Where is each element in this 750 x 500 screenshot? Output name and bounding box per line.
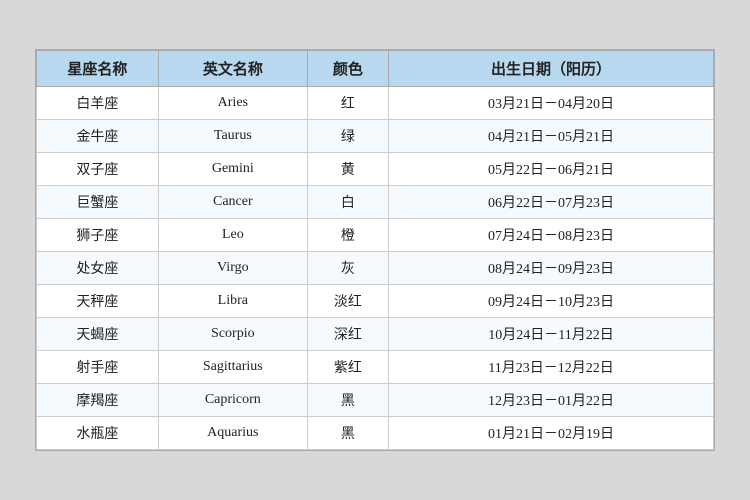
cell-zh: 处女座 <box>37 252 159 285</box>
table-row: 射手座Sagittarius紫红11月23日－12月22日 <box>37 351 714 384</box>
cell-color: 红 <box>307 87 388 120</box>
cell-en: Aries <box>158 87 307 120</box>
table-row: 白羊座Aries红03月21日－04月20日 <box>37 87 714 120</box>
cell-color: 橙 <box>307 219 388 252</box>
cell-color: 白 <box>307 186 388 219</box>
cell-en: Sagittarius <box>158 351 307 384</box>
cell-date: 09月24日－10月23日 <box>389 285 714 318</box>
cell-en: Libra <box>158 285 307 318</box>
cell-color: 灰 <box>307 252 388 285</box>
cell-en: Gemini <box>158 153 307 186</box>
cell-color: 绿 <box>307 120 388 153</box>
table-row: 狮子座Leo橙07月24日－08月23日 <box>37 219 714 252</box>
cell-color: 淡红 <box>307 285 388 318</box>
cell-en: Cancer <box>158 186 307 219</box>
cell-color: 紫红 <box>307 351 388 384</box>
cell-zh: 天蝎座 <box>37 318 159 351</box>
cell-date: 04月21日－05月21日 <box>389 120 714 153</box>
table-row: 金牛座Taurus绿04月21日－05月21日 <box>37 120 714 153</box>
cell-date: 06月22日－07月23日 <box>389 186 714 219</box>
cell-en: Taurus <box>158 120 307 153</box>
cell-en: Virgo <box>158 252 307 285</box>
cell-date: 08月24日－09月23日 <box>389 252 714 285</box>
cell-color: 黑 <box>307 417 388 450</box>
cell-date: 10月24日－11月22日 <box>389 318 714 351</box>
cell-en: Scorpio <box>158 318 307 351</box>
cell-zh: 金牛座 <box>37 120 159 153</box>
table-row: 双子座Gemini黄05月22日－06月21日 <box>37 153 714 186</box>
header-en: 英文名称 <box>158 51 307 87</box>
table-row: 处女座Virgo灰08月24日－09月23日 <box>37 252 714 285</box>
header-date: 出生日期（阳历） <box>389 51 714 87</box>
table-row: 巨蟹座Cancer白06月22日－07月23日 <box>37 186 714 219</box>
cell-date: 07月24日－08月23日 <box>389 219 714 252</box>
cell-zh: 摩羯座 <box>37 384 159 417</box>
table-row: 摩羯座Capricorn黑12月23日－01月22日 <box>37 384 714 417</box>
cell-zh: 天秤座 <box>37 285 159 318</box>
cell-date: 11月23日－12月22日 <box>389 351 714 384</box>
zodiac-table: 星座名称 英文名称 颜色 出生日期（阳历） 白羊座Aries红03月21日－04… <box>36 50 714 450</box>
cell-zh: 狮子座 <box>37 219 159 252</box>
cell-en: Leo <box>158 219 307 252</box>
cell-date: 01月21日－02月19日 <box>389 417 714 450</box>
cell-color: 深红 <box>307 318 388 351</box>
cell-date: 05月22日－06月21日 <box>389 153 714 186</box>
zodiac-table-container: 星座名称 英文名称 颜色 出生日期（阳历） 白羊座Aries红03月21日－04… <box>35 49 715 451</box>
cell-date: 03月21日－04月20日 <box>389 87 714 120</box>
header-zh: 星座名称 <box>37 51 159 87</box>
table-row: 水瓶座Aquarius黑01月21日－02月19日 <box>37 417 714 450</box>
cell-zh: 白羊座 <box>37 87 159 120</box>
cell-zh: 巨蟹座 <box>37 186 159 219</box>
cell-color: 黄 <box>307 153 388 186</box>
cell-color: 黑 <box>307 384 388 417</box>
cell-en: Aquarius <box>158 417 307 450</box>
cell-en: Capricorn <box>158 384 307 417</box>
cell-zh: 水瓶座 <box>37 417 159 450</box>
table-row: 天秤座Libra淡红09月24日－10月23日 <box>37 285 714 318</box>
cell-zh: 射手座 <box>37 351 159 384</box>
table-header-row: 星座名称 英文名称 颜色 出生日期（阳历） <box>37 51 714 87</box>
table-row: 天蝎座Scorpio深红10月24日－11月22日 <box>37 318 714 351</box>
cell-zh: 双子座 <box>37 153 159 186</box>
cell-date: 12月23日－01月22日 <box>389 384 714 417</box>
header-color: 颜色 <box>307 51 388 87</box>
